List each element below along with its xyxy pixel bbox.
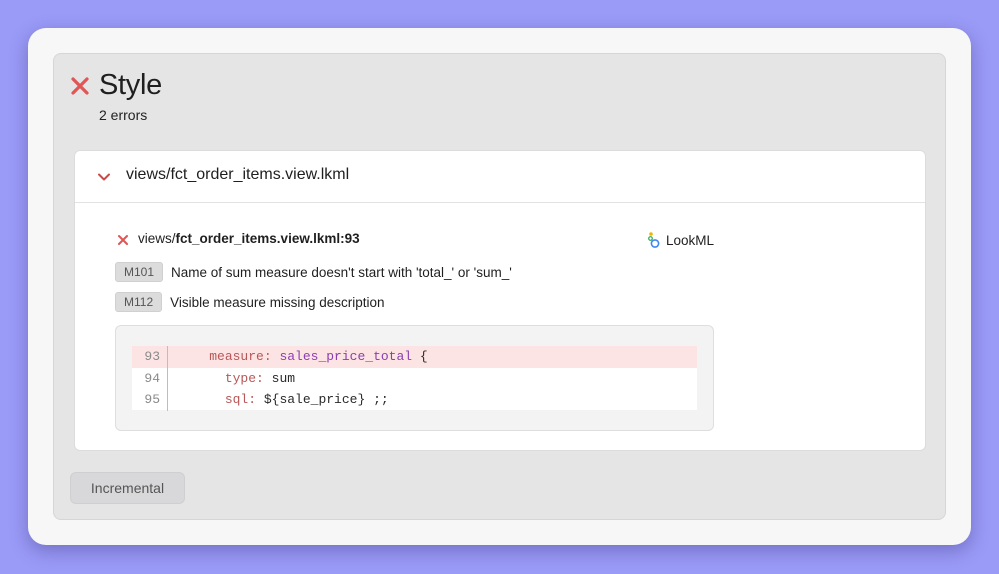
code-content: sql: ${sale_price} ;; (224, 392, 389, 408)
error-x-icon (118, 235, 128, 245)
incremental-button[interactable]: Incremental (70, 472, 185, 504)
x-icon (71, 77, 89, 95)
code-content: measure: sales_price_total { (209, 349, 428, 365)
rule-code-badge: M101 (115, 262, 164, 282)
code-block: 93 measure: sales_price_total { 94 type:… (132, 346, 697, 411)
line-number: 95 (132, 389, 168, 411)
source-label: LookML (666, 232, 715, 248)
rule-message: Name of sum measure doesn't start with '… (171, 264, 512, 280)
rule-row: M112 Visible measure missing description (115, 292, 385, 312)
rule-code-badge: M112 (115, 292, 163, 312)
file-header[interactable]: views/fct_order_items.view.lkml (75, 151, 925, 203)
outer-card: Style 2 errors views/fct_order_items.vie… (28, 28, 971, 545)
error-count: 2 errors (99, 107, 148, 123)
line-number: 94 (132, 367, 168, 389)
error-location[interactable]: views/fct_order_items.view.lkml:93 (138, 231, 360, 246)
line-number: 93 (132, 346, 168, 368)
code-line: 95 sql: ${sale_price} ;; (132, 389, 697, 411)
file-name: views/fct_order_items.view.lkml (126, 166, 350, 183)
rule-row: M101 Name of sum measure doesn't start w… (115, 262, 512, 282)
chevron-down-icon[interactable] (97, 170, 111, 184)
source-tag: LookML (647, 231, 714, 249)
code-line: 93 measure: sales_price_total { (132, 346, 697, 368)
code-snippet: 93 measure: sales_price_total { 94 type:… (115, 325, 714, 431)
style-panel: Style 2 errors views/fct_order_items.vie… (53, 53, 946, 520)
code-content: type: sum (224, 370, 296, 386)
lookml-icon (648, 232, 660, 248)
file-card: views/fct_order_items.view.lkml views/fc… (74, 150, 926, 451)
error-location-file: fct_order_items.view.lkml:93 (175, 231, 360, 246)
error-location-prefix: views/ (138, 231, 176, 246)
rule-message: Visible measure missing description (170, 294, 385, 310)
page-title: Style (99, 69, 162, 101)
code-line: 94 type: sum (132, 367, 697, 389)
